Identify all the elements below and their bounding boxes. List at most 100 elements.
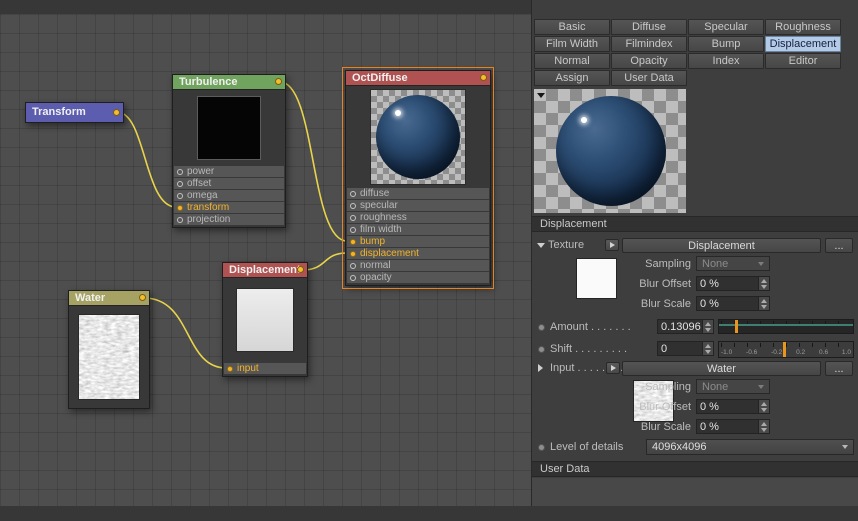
spin-down-icon[interactable] (761, 427, 767, 432)
sampling-dropdown[interactable]: None (696, 256, 770, 271)
input-port[interactable] (177, 204, 183, 211)
spin-up-icon[interactable] (705, 321, 711, 326)
blur-scale-field[interactable]: 0 % (696, 419, 770, 434)
input-port[interactable] (350, 274, 356, 281)
port-row-connected[interactable]: displacement (347, 248, 489, 259)
spinner-arrows[interactable] (758, 400, 769, 413)
texture-more-button[interactable]: ... (825, 238, 853, 253)
spin-down-icon[interactable] (761, 284, 767, 289)
spin-down-icon[interactable] (761, 304, 767, 309)
input-port[interactable] (177, 180, 183, 187)
spinner-arrows[interactable] (702, 342, 713, 355)
port-row[interactable]: normal (347, 260, 489, 271)
node-octdiffuse-header[interactable]: OctDiffuse (346, 71, 490, 86)
spin-down-icon[interactable] (705, 327, 711, 332)
tab-user-data[interactable]: User Data (611, 70, 687, 86)
spinner-arrows[interactable] (702, 320, 713, 333)
port-row[interactable]: omega (174, 190, 284, 201)
shift-option-dot[interactable] (538, 346, 545, 353)
tab-diffuse[interactable]: Diffuse (611, 19, 687, 35)
output-port[interactable] (297, 266, 304, 273)
tab-displacement[interactable]: Displacement (765, 36, 841, 52)
output-port[interactable] (275, 78, 282, 85)
preview-disclosure-icon[interactable] (537, 93, 545, 98)
texture-shader-button[interactable]: Displacement (622, 238, 821, 253)
blur-offset-field[interactable]: 0 % (696, 276, 770, 291)
input-play-button[interactable] (606, 362, 620, 374)
spinner-arrows[interactable] (758, 420, 769, 433)
blur-scale-field[interactable]: 0 % (696, 296, 770, 311)
spin-up-icon[interactable] (761, 401, 767, 406)
input-expand-icon[interactable] (538, 364, 543, 372)
node-water[interactable]: Water (68, 290, 150, 409)
node-water-header[interactable]: Water (69, 291, 149, 306)
tab-roughness[interactable]: Roughness (765, 19, 841, 35)
port-row-connected[interactable]: transform (174, 202, 284, 213)
input-port[interactable] (350, 214, 356, 221)
tab-specular[interactable]: Specular (688, 19, 764, 35)
input-shader-button[interactable]: Water (622, 361, 821, 376)
amount-field[interactable]: 0.13096 (657, 319, 714, 334)
node-octdiffuse[interactable]: OctDiffuse diffuse specular roughness fi… (342, 67, 494, 289)
input-port[interactable] (350, 202, 356, 209)
input-port[interactable] (350, 226, 356, 233)
node-displacement[interactable]: Displacement input (222, 262, 308, 377)
spin-up-icon[interactable] (705, 343, 711, 348)
tab-filmindex[interactable]: Filmindex (611, 36, 687, 52)
shift-slider-marker[interactable] (783, 342, 787, 357)
input-port[interactable] (227, 365, 233, 372)
port-row[interactable]: diffuse (347, 188, 489, 199)
port-row[interactable]: roughness (347, 212, 489, 223)
spin-up-icon[interactable] (761, 421, 767, 426)
input-port[interactable] (350, 250, 356, 257)
texture-expand-icon[interactable] (537, 243, 545, 248)
node-transform-header[interactable]: Transform (26, 103, 123, 122)
port-row[interactable]: power (174, 166, 284, 177)
tab-editor[interactable]: Editor (765, 53, 841, 69)
port-row-connected[interactable]: bump (347, 236, 489, 247)
tab-film-width[interactable]: Film Width (534, 36, 610, 52)
level-option-dot[interactable] (538, 444, 545, 451)
spinner-arrows[interactable] (758, 297, 769, 310)
spinner-arrows[interactable] (758, 277, 769, 290)
node-displacement-header[interactable]: Displacement (223, 263, 307, 278)
node-transform[interactable]: Transform (25, 102, 124, 123)
port-row[interactable]: film width (347, 224, 489, 235)
output-port[interactable] (480, 74, 487, 81)
amount-slider-marker[interactable] (735, 320, 739, 333)
port-row[interactable]: specular (347, 200, 489, 211)
input-port[interactable] (350, 238, 356, 245)
output-port[interactable] (113, 108, 120, 116)
input-port[interactable] (350, 190, 356, 197)
node-turbulence[interactable]: Turbulence power offset omega transform … (172, 74, 286, 228)
blur-offset-field[interactable]: 0 % (696, 399, 770, 414)
level-of-details-dropdown[interactable]: 4096x4096 (646, 439, 854, 455)
texture-play-button[interactable] (605, 239, 619, 251)
input-port[interactable] (177, 216, 183, 223)
tab-assign[interactable]: Assign (534, 70, 610, 86)
node-graph-canvas[interactable]: Transform Turbulence power offset omega … (0, 14, 531, 506)
tab-normal[interactable]: Normal (534, 53, 610, 69)
tab-index[interactable]: Index (688, 53, 764, 69)
tab-bump[interactable]: Bump (688, 36, 764, 52)
input-more-button[interactable]: ... (825, 361, 853, 376)
input-port[interactable] (177, 192, 183, 199)
port-row[interactable]: projection (174, 214, 284, 225)
port-row[interactable]: offset (174, 178, 284, 189)
spin-up-icon[interactable] (761, 278, 767, 283)
sampling-dropdown[interactable]: None (696, 379, 770, 394)
shift-field[interactable]: 0 (657, 341, 714, 356)
input-port[interactable] (350, 262, 356, 269)
port-row-connected[interactable]: input (224, 363, 306, 374)
tab-opacity[interactable]: Opacity (611, 53, 687, 69)
spin-down-icon[interactable] (761, 407, 767, 412)
tab-basic[interactable]: Basic (534, 19, 610, 35)
input-port[interactable] (177, 168, 183, 175)
spin-down-icon[interactable] (705, 349, 711, 354)
amount-option-dot[interactable] (538, 324, 545, 331)
node-turbulence-header[interactable]: Turbulence (173, 75, 285, 90)
amount-slider[interactable] (718, 319, 854, 334)
shift-slider[interactable]: -1.0 -0.6 -0.2 0.2 0.6 1.0 (718, 341, 854, 358)
output-port[interactable] (139, 294, 146, 301)
spin-up-icon[interactable] (761, 298, 767, 303)
